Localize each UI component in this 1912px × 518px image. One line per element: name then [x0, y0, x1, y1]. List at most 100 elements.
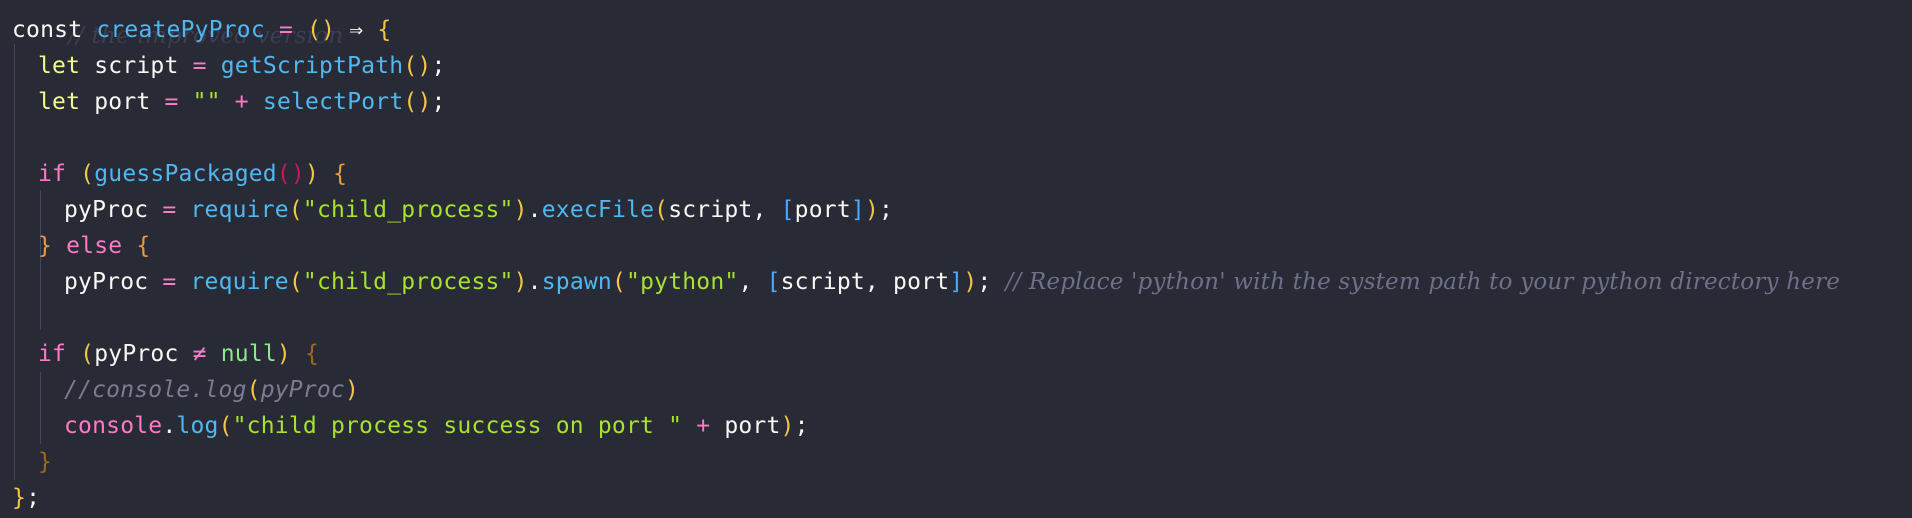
paren: ) — [304, 161, 320, 187]
function-call: require — [190, 197, 289, 223]
keyword-else: else — [66, 233, 123, 259]
paren: () — [403, 53, 432, 79]
code-line: console.log("child process success on po… — [64, 408, 809, 444]
method-call: spawn — [541, 269, 612, 295]
code-line: } — [38, 444, 52, 480]
brace: { — [333, 161, 348, 187]
brace: { — [377, 17, 392, 43]
paren: ( — [80, 341, 95, 367]
code-line: }; — [12, 480, 40, 516]
identifier: pyProc — [64, 269, 149, 295]
paren: ( — [288, 197, 303, 223]
operator: + — [234, 89, 249, 115]
code-line: if (guessPackaged()) { — [38, 156, 347, 192]
identifier: pyProc — [94, 341, 179, 367]
identifier: port — [94, 89, 151, 115]
paren: ) — [963, 269, 978, 295]
keyword-if: if — [38, 341, 67, 367]
paren: ( — [218, 413, 233, 439]
identifier: port — [893, 269, 950, 295]
function-call: guessPackaged — [94, 161, 277, 187]
brace: } — [38, 233, 53, 259]
method-call: execFile — [541, 197, 655, 223]
method-call: log — [176, 413, 219, 439]
identifier: console — [64, 413, 163, 439]
code-editor[interactable]: // the improved version const createPyPr… — [0, 0, 1912, 518]
paren: ) — [513, 197, 528, 223]
comma: , — [864, 269, 879, 295]
paren: ) — [864, 197, 879, 223]
operator: ≠ — [192, 341, 207, 367]
keyword-null: null — [220, 341, 277, 367]
semicolon: ; — [977, 269, 992, 295]
code-line: let script = getScriptPath(); — [38, 48, 446, 84]
bracket: ] — [949, 269, 964, 295]
dot: . — [527, 269, 542, 295]
code-line: const createPyProc = () ⇒ { — [12, 12, 391, 48]
string: "child process success on port " — [232, 413, 683, 439]
identifier: script — [94, 53, 179, 79]
bracket: [ — [780, 197, 795, 223]
keyword-let: let — [38, 89, 81, 115]
operator: = — [162, 269, 177, 295]
identifier: port — [794, 197, 851, 223]
comment: pyProc — [260, 377, 345, 403]
code-line: if (pyProc ≠ null) { — [38, 336, 319, 372]
bracket: ] — [850, 197, 865, 223]
function-call: getScriptPath — [220, 53, 404, 79]
paren: () — [276, 161, 305, 187]
semicolon: ; — [794, 413, 809, 439]
code-line: let port = "" + selectPort(); — [38, 84, 446, 120]
code-line: } else { — [38, 228, 150, 264]
string: "child_process" — [302, 197, 514, 223]
string: "python" — [626, 269, 739, 295]
paren: ( — [80, 161, 95, 187]
paren: () — [403, 89, 432, 115]
keyword-const: const — [12, 17, 83, 43]
comma: , — [738, 269, 753, 295]
brace: { — [305, 341, 320, 367]
paren: ( — [611, 269, 627, 295]
indent-guide — [40, 372, 41, 444]
arrow-operator: ⇒ — [349, 17, 364, 43]
identifier: script — [668, 197, 753, 223]
operator: + — [696, 413, 711, 439]
bracket: [ — [766, 269, 781, 295]
paren: ) — [780, 413, 795, 439]
keyword-let: let — [38, 53, 81, 79]
brace: } — [12, 485, 27, 511]
operator: = — [162, 197, 177, 223]
semicolon: ; — [431, 89, 446, 115]
indent-guide — [14, 44, 15, 480]
operator: = — [278, 17, 294, 43]
paren: () — [307, 17, 336, 43]
string: "" — [192, 89, 221, 115]
comma: , — [752, 197, 767, 223]
dot: . — [162, 413, 177, 439]
paren: ( — [246, 377, 261, 403]
paren: ( — [288, 269, 303, 295]
paren: ( — [654, 197, 669, 223]
semicolon: ; — [879, 197, 894, 223]
code-line: pyProc = require("child_process").spawn(… — [64, 264, 1840, 300]
semicolon: ; — [26, 485, 41, 511]
operator: = — [164, 89, 179, 115]
paren: ) — [276, 341, 291, 367]
comment: //console.log — [64, 377, 247, 403]
code-line: pyProc = require("child_process").execFi… — [64, 192, 893, 228]
semicolon: ; — [431, 53, 446, 79]
identifier: port — [724, 413, 781, 439]
identifier: createPyProc — [96, 17, 265, 43]
code-line: //console.log(pyProc) — [64, 372, 359, 408]
identifier: pyProc — [64, 197, 149, 223]
brace: { — [136, 233, 151, 259]
keyword-if: if — [38, 161, 67, 187]
dot: . — [527, 197, 542, 223]
string: "child_process" — [302, 269, 514, 295]
identifier: script — [780, 269, 865, 295]
comment: // Replace 'python' with the system path… — [1005, 269, 1841, 295]
function-call: selectPort — [262, 89, 404, 115]
paren: ) — [513, 269, 528, 295]
function-call: require — [190, 269, 289, 295]
paren: ) — [344, 377, 360, 403]
